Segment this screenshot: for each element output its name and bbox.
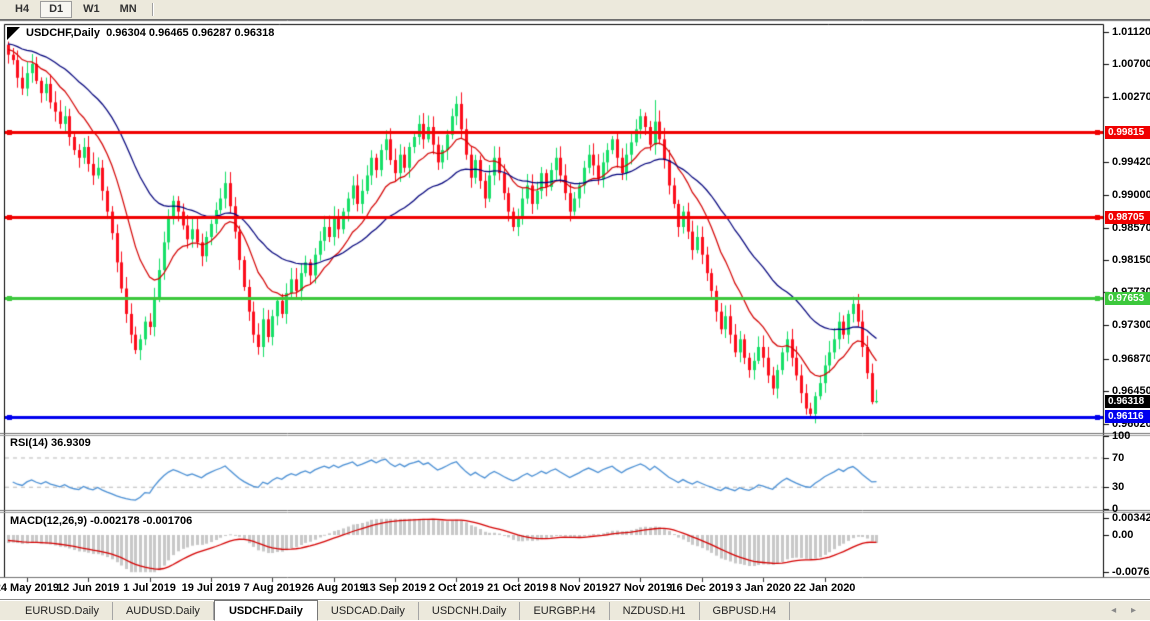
chart-tab-audusd-daily[interactable]: AUDUSD.Daily: [113, 602, 214, 620]
chart-tab-usdcnh-daily[interactable]: USDCNH.Daily: [419, 602, 521, 620]
timeframe-button-h4[interactable]: H4: [6, 1, 38, 18]
timeframe-button-mn[interactable]: MN: [111, 1, 146, 18]
chart-tabs-bar: EURUSD.DailyAUDUSD.DailyUSDCHF.DailyUSDC…: [0, 599, 1150, 620]
toolbar-separator: [152, 3, 153, 16]
chart-tab-gbpusd-h4[interactable]: GBPUSD.H4: [700, 602, 791, 620]
chart-tab-usdcad-daily[interactable]: USDCAD.Daily: [318, 602, 419, 620]
chart-canvas[interactable]: [0, 0, 1150, 620]
tab-scroll-arrows[interactable]: ◂ ▸: [1111, 605, 1142, 616]
chart-tab-nzdusd-h1[interactable]: NZDUSD.H1: [610, 602, 700, 620]
timeframe-button-w1[interactable]: W1: [74, 1, 109, 18]
chart-tab-eurgbp-h4[interactable]: EURGBP.H4: [520, 602, 609, 620]
timeframe-toolbar: H4D1W1MN: [0, 0, 1150, 20]
chart-tab-eurusd-daily[interactable]: EURUSD.Daily: [12, 602, 113, 620]
timeframe-button-d1[interactable]: D1: [40, 1, 72, 18]
chart-tab-usdchf-daily[interactable]: USDCHF.Daily: [214, 600, 318, 621]
